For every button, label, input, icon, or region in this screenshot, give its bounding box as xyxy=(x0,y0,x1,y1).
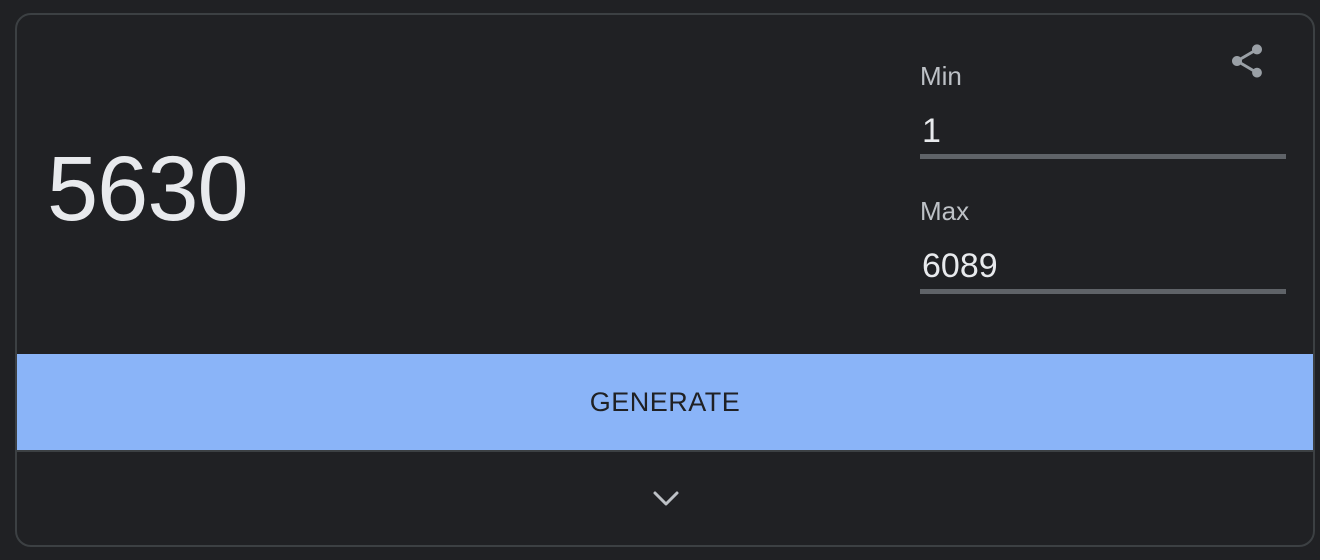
max-label: Max xyxy=(920,196,970,226)
random-number-card: 5630 Min Max GENERATE xyxy=(15,13,1315,547)
min-input[interactable] xyxy=(920,109,1286,159)
min-label: Min xyxy=(920,61,962,91)
divider xyxy=(17,450,1313,452)
max-field: Max xyxy=(920,196,1286,294)
max-input[interactable] xyxy=(920,244,1286,294)
expand-button[interactable] xyxy=(644,481,688,517)
generate-button[interactable]: GENERATE xyxy=(17,354,1313,450)
min-field: Min xyxy=(920,61,1286,159)
chevron-down-icon xyxy=(653,491,679,506)
generated-number: 5630 xyxy=(47,138,249,240)
